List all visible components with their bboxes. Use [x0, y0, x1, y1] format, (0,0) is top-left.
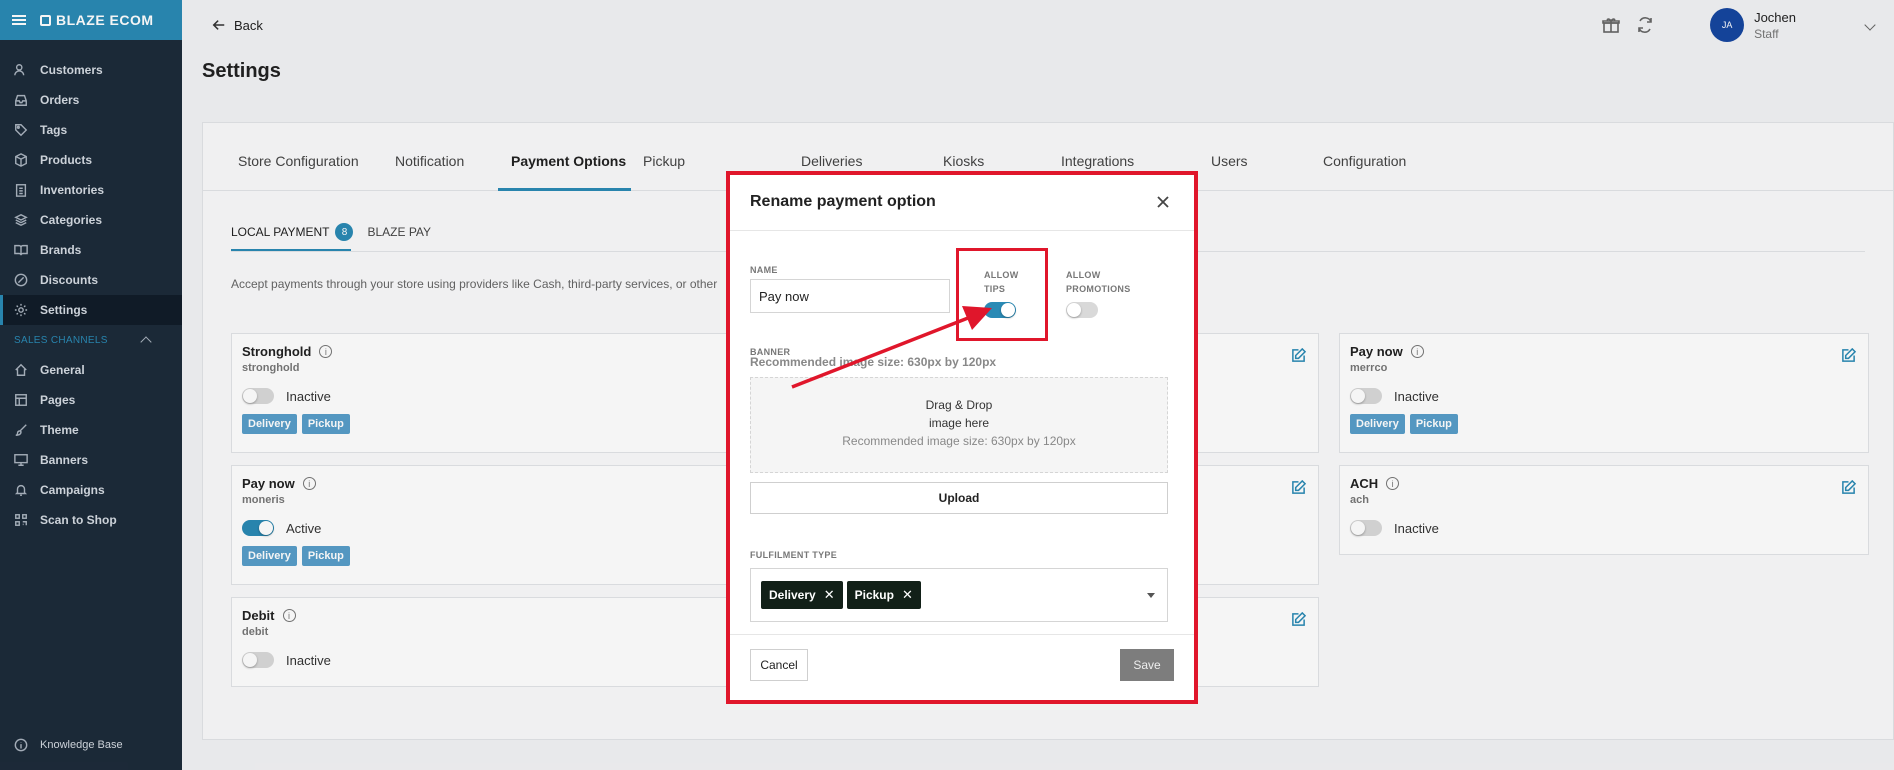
rename-payment-dialog: Rename payment option NAME ALLOW TIPS AL… [730, 175, 1194, 700]
dropzone-text: Drag & Drop [925, 398, 993, 412]
allow-promotions-label: ALLOW PROMOTIONS [1066, 270, 1131, 294]
caret-down-icon[interactable] [1147, 593, 1155, 598]
save-button[interactable]: Save [1120, 649, 1174, 681]
dialog-header: Rename payment option [730, 175, 1194, 231]
close-button[interactable] [1154, 193, 1172, 211]
upload-button[interactable]: Upload [750, 482, 1168, 514]
dropzone-text: image here [928, 416, 990, 430]
remove-chip-icon[interactable]: ✕ [824, 587, 835, 603]
fulfilment-label: FULFILMENT TYPE [750, 550, 837, 560]
cancel-button[interactable]: Cancel [750, 649, 808, 681]
toggle-knob [1067, 303, 1081, 317]
name-label: NAME [750, 265, 778, 275]
dropzone-hint: Recommended image size: 630px by 120px [842, 434, 1076, 448]
remove-chip-icon[interactable]: ✕ [902, 587, 913, 603]
dialog-title: Rename payment option [750, 193, 936, 210]
allow-promotions-toggle[interactable] [1066, 302, 1098, 318]
close-icon [1157, 196, 1169, 208]
fulfilment-chip: Delivery ✕ [761, 581, 843, 609]
banner-size-note: Recommended image size: 630px by 120px [750, 355, 997, 369]
dialog-footer: Cancel Save [730, 634, 1194, 700]
highlight-frame: Rename payment option NAME ALLOW TIPS AL… [726, 171, 1198, 704]
fulfilment-chip: Pickup ✕ [846, 581, 921, 609]
chip-label: Delivery [769, 588, 816, 602]
chip-label: Pickup [854, 588, 894, 602]
fulfilment-select[interactable]: Delivery ✕ Pickup ✕ [750, 568, 1168, 622]
name-input[interactable] [750, 279, 950, 313]
banner-dropzone[interactable]: Drag & Drop image here Recommended image… [750, 377, 1168, 473]
allow-tips-highlight [956, 248, 1048, 341]
